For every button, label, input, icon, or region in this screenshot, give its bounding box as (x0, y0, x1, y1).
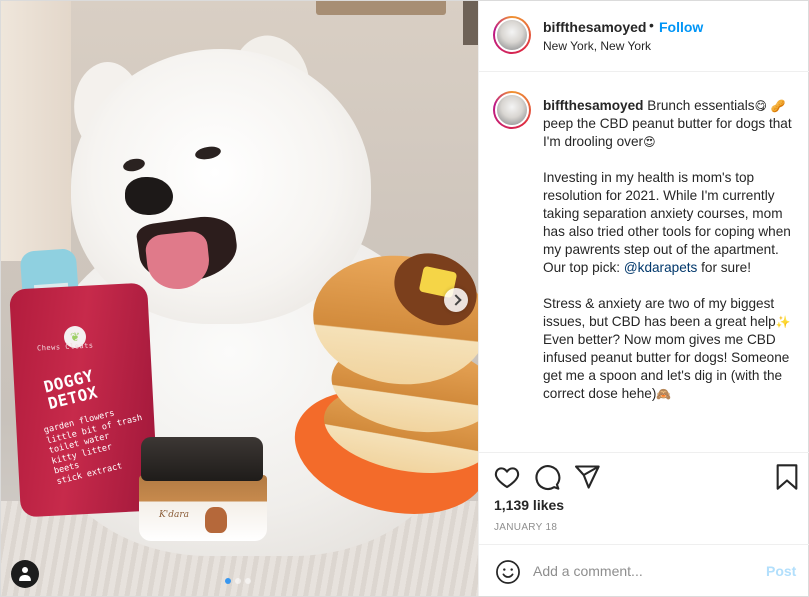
post-header: biffthesamoyed • Follow New York, New Yo… (479, 1, 809, 72)
separator-dot: • (649, 17, 654, 33)
location-link[interactable]: New York, New York (543, 39, 651, 53)
avatar[interactable] (493, 16, 531, 54)
heart-eyes-emoji: 😍 (643, 135, 656, 149)
comments-area[interactable]: biffthesamoyed Brunch essentials😋 🥜 peep… (479, 73, 809, 451)
comment-input[interactable] (533, 559, 753, 583)
next-slide-button[interactable] (444, 288, 468, 312)
add-comment-bar: Post (479, 544, 809, 596)
carousel-dot (225, 578, 231, 584)
yum-emoji: 😋 (754, 99, 768, 113)
jar-brand: K'dara (159, 510, 189, 520)
wall-hanging (1, 1, 71, 261)
caption-username[interactable]: biffthesamoyed (543, 98, 643, 113)
mention-link[interactable]: @kdarapets (624, 260, 698, 275)
dog-nose (125, 177, 173, 215)
carousel-indicator (225, 578, 251, 584)
see-no-evil-emoji: 🙈 (656, 387, 672, 401)
user-tag-icon[interactable] (11, 560, 39, 588)
caption-text: peep the CBD peanut butter for dogs that… (543, 116, 792, 149)
comment-icon[interactable] (533, 463, 561, 491)
bookmark-icon[interactable] (775, 463, 799, 491)
post-image[interactable]: ❦ Chews Cleats DOGGY DETOX garden flower… (1, 1, 478, 596)
post-side-panel: biffthesamoyed • Follow New York, New Yo… (478, 1, 809, 596)
carousel-dot (235, 578, 241, 584)
smiley-icon[interactable] (495, 559, 521, 585)
user-tag-head (22, 567, 28, 573)
instagram-post: ❦ Chews Cleats DOGGY DETOX garden flower… (0, 0, 809, 597)
post-caption: biffthesamoyed Brunch essentials😋 🥜 peep… (543, 97, 803, 403)
user-tag-shoulders (19, 575, 31, 581)
peanut-emoji: 🥜 (770, 99, 786, 113)
carousel-dot (245, 578, 251, 584)
likes-count[interactable]: 1,139 likes (494, 497, 564, 513)
caption-avatar[interactable] (493, 91, 531, 129)
caption-text: Brunch essentials (647, 98, 755, 113)
picture-frame (463, 1, 478, 45)
action-bar: 1,139 likes JANUARY 18 (479, 452, 809, 544)
sparkles-emoji: ✨ (775, 315, 791, 329)
post-date[interactable]: JANUARY 18 (494, 522, 557, 533)
caption-text: Stress & anxiety are two of my biggest i… (543, 296, 776, 329)
post-comment-button[interactable]: Post (766, 563, 796, 579)
jar-lid (141, 437, 263, 481)
heart-icon[interactable] (493, 463, 521, 491)
jar-dog-illustration (205, 507, 227, 533)
follow-button[interactable]: Follow (659, 19, 703, 35)
header-username[interactable]: biffthesamoyed (543, 19, 646, 35)
shelf (316, 1, 446, 15)
share-icon[interactable] (573, 463, 601, 491)
caption-text: for sure! (701, 260, 751, 275)
peanut-butter-jar (139, 475, 267, 541)
